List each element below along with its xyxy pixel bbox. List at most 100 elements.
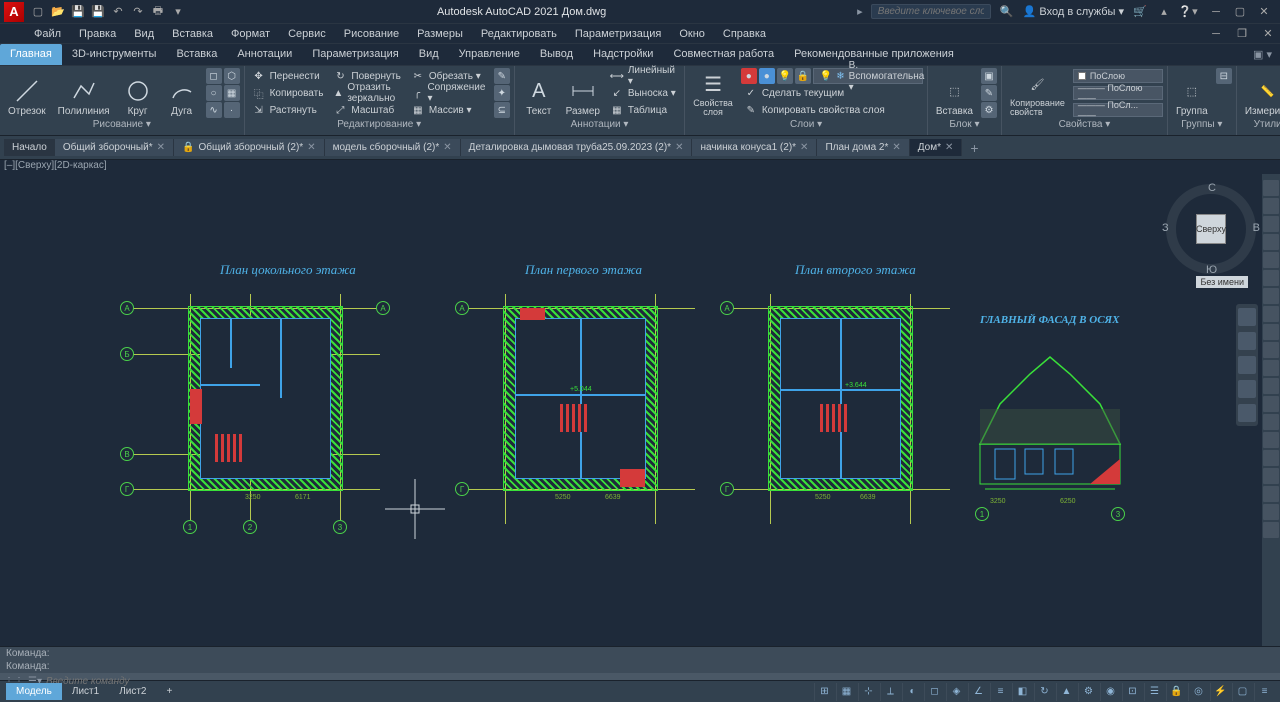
status-units-icon[interactable]: ⊡	[1122, 683, 1142, 701]
status-annomonitor-icon[interactable]: ◉	[1100, 683, 1120, 701]
rt-icon[interactable]	[1263, 288, 1279, 304]
drawing-area[interactable]: Сверху С В Ю З Без имени План цокольного…	[0, 174, 1280, 646]
qat-saveas-icon[interactable]: 💾	[90, 4, 106, 20]
scale-button[interactable]: ⤢Масштаб	[330, 102, 403, 118]
rt-icon[interactable]	[1263, 306, 1279, 322]
layer-props-button[interactable]: ☰Свойства слоя	[689, 68, 737, 118]
qat-undo-icon[interactable]: ↶	[110, 4, 126, 20]
color-bylayer[interactable]: ПоСлою	[1073, 69, 1163, 83]
status-quickprops-icon[interactable]: ☰	[1144, 683, 1164, 701]
file-tab-0[interactable]: Общий зборочный*✕	[55, 139, 174, 156]
file-tab-1[interactable]: 🔒Общий зборочный (2)*✕	[174, 139, 325, 156]
match-props-button[interactable]: 🖌Копирование свойств	[1006, 68, 1069, 118]
arc-button[interactable]: Дуга	[162, 68, 202, 118]
rt-icon[interactable]	[1263, 450, 1279, 466]
point-icon[interactable]: ·	[224, 102, 240, 118]
status-custom-icon[interactable]: ≡	[1254, 683, 1274, 701]
status-workspace-icon[interactable]: ⚙	[1078, 683, 1098, 701]
menu-help[interactable]: Справка	[719, 26, 770, 42]
status-clean-icon[interactable]: ▢	[1232, 683, 1252, 701]
rt-icon[interactable]	[1263, 216, 1279, 232]
viewcube-face[interactable]: Сверху	[1196, 214, 1226, 244]
ribbon-tab-addins[interactable]: Надстройки	[583, 44, 663, 65]
layer-icon-1[interactable]: ●	[741, 68, 757, 84]
erase-icon[interactable]: ✎	[494, 68, 510, 84]
rt-icon[interactable]	[1263, 396, 1279, 412]
qat-redo-icon[interactable]: ↷	[130, 4, 146, 20]
menu-service[interactable]: Сервис	[284, 26, 330, 42]
rt-icon[interactable]	[1263, 342, 1279, 358]
close-button[interactable]: ✕	[1252, 3, 1276, 21]
status-annoscale-icon[interactable]: ▲	[1056, 683, 1076, 701]
menu-modify[interactable]: Редактировать	[477, 26, 561, 42]
status-ortho-icon[interactable]: ⟂	[880, 683, 900, 701]
rt-icon[interactable]	[1263, 504, 1279, 520]
match-layer-button[interactable]: ✎Копировать свойства слоя	[741, 102, 923, 118]
rt-icon[interactable]	[1263, 234, 1279, 250]
menu-dims[interactable]: Размеры	[413, 26, 467, 42]
layer-combo[interactable]: 💡❄В. Вспомогательна ▾	[813, 68, 923, 84]
tab-start[interactable]: Начало	[4, 139, 55, 156]
cloud-icon[interactable]: ▴	[1156, 4, 1172, 20]
doc-minimize-button[interactable]: ─	[1204, 25, 1228, 43]
file-tab-3[interactable]: Деталировка дымовая труба25.09.2023 (2)*…	[461, 139, 693, 156]
close-icon[interactable]: ✕	[443, 142, 451, 153]
ribbon-tab-home[interactable]: Главная	[0, 44, 62, 65]
file-tab-4[interactable]: начинка конуса1 (2)*✕	[692, 139, 817, 156]
circle-button[interactable]: Круг	[118, 68, 158, 118]
ribbon-tab-manage[interactable]: Управление	[449, 44, 530, 65]
status-snap-icon[interactable]: ⊹	[858, 683, 878, 701]
panel-utils-label[interactable]: Утилиты ▾	[1254, 119, 1280, 130]
status-3dosnap-icon[interactable]: ◈	[946, 683, 966, 701]
close-icon[interactable]: ✕	[892, 142, 900, 153]
array-button[interactable]: ▦Массив ▾	[408, 102, 490, 118]
nav-wheel-icon[interactable]	[1238, 308, 1256, 326]
leader-button[interactable]: ↙Выноска ▾	[607, 85, 680, 101]
help-icon[interactable]: ❔▾	[1180, 4, 1196, 20]
viewcube-s[interactable]: Ю	[1206, 264, 1217, 276]
status-lock-icon[interactable]: 🔒	[1166, 683, 1186, 701]
menu-edit[interactable]: Правка	[75, 26, 120, 42]
move-button[interactable]: ✥Перенести	[249, 68, 327, 84]
ellipse-icon[interactable]: ○	[206, 85, 222, 101]
line-button[interactable]: Отрезок	[4, 68, 50, 118]
status-grid-icon[interactable]: ▦	[836, 683, 856, 701]
layout-tab-2[interactable]: Лист2	[109, 683, 156, 700]
ribbon-tab-3d[interactable]: 3D-инструменты	[62, 44, 167, 65]
draw-icon-2[interactable]: ⬡	[224, 68, 240, 84]
panel-layers-label[interactable]: Слои ▾	[790, 119, 822, 130]
rt-icon[interactable]	[1263, 180, 1279, 196]
viewport-controls[interactable]: [–][Сверху][2D-каркас]	[0, 160, 1280, 174]
menu-file[interactable]: Файл	[30, 26, 65, 42]
ribbon-tab-param[interactable]: Параметризация	[302, 44, 408, 65]
panel-block-label[interactable]: Блок ▾	[949, 119, 979, 130]
offset-icon[interactable]: ⊆	[494, 102, 510, 118]
menu-window[interactable]: Окно	[675, 26, 709, 42]
doc-close-button[interactable]: ✕	[1256, 25, 1280, 43]
minimize-button[interactable]: ─	[1204, 3, 1228, 21]
file-tab-2[interactable]: модель сборочный (2)*✕	[325, 139, 461, 156]
status-polar-icon[interactable]: ◐	[902, 683, 922, 701]
viewcube-n[interactable]: С	[1208, 182, 1216, 194]
signin-button[interactable]: 👤 Вход в службы▾	[1023, 5, 1124, 18]
menu-param[interactable]: Параметризация	[571, 26, 665, 42]
panel-groups-label[interactable]: Группы ▾	[1181, 119, 1222, 130]
viewcube-e[interactable]: В	[1253, 222, 1260, 234]
copy-button[interactable]: ⿻Копировать	[249, 85, 327, 101]
rt-icon[interactable]	[1263, 360, 1279, 376]
rt-icon[interactable]	[1263, 270, 1279, 286]
file-tab-5[interactable]: План дома 2*✕	[817, 139, 909, 156]
app-logo-icon[interactable]: A	[4, 2, 24, 22]
search-go-icon[interactable]: 🔍	[999, 4, 1015, 20]
rt-icon[interactable]	[1263, 522, 1279, 538]
rect-icon[interactable]: ◻	[206, 68, 222, 84]
close-icon[interactable]: ✕	[157, 142, 165, 153]
status-osnap-icon[interactable]: ◻	[924, 683, 944, 701]
maximize-button[interactable]: ▢	[1228, 3, 1252, 21]
text-button[interactable]: AТекст	[519, 68, 559, 118]
dim-button[interactable]: Размер	[563, 68, 603, 118]
block-icon-2[interactable]: ✎	[981, 85, 997, 101]
ribbon-tab-insert[interactable]: Вставка	[166, 44, 227, 65]
close-icon[interactable]: ✕	[307, 142, 315, 153]
viewcube-w[interactable]: З	[1162, 222, 1169, 234]
